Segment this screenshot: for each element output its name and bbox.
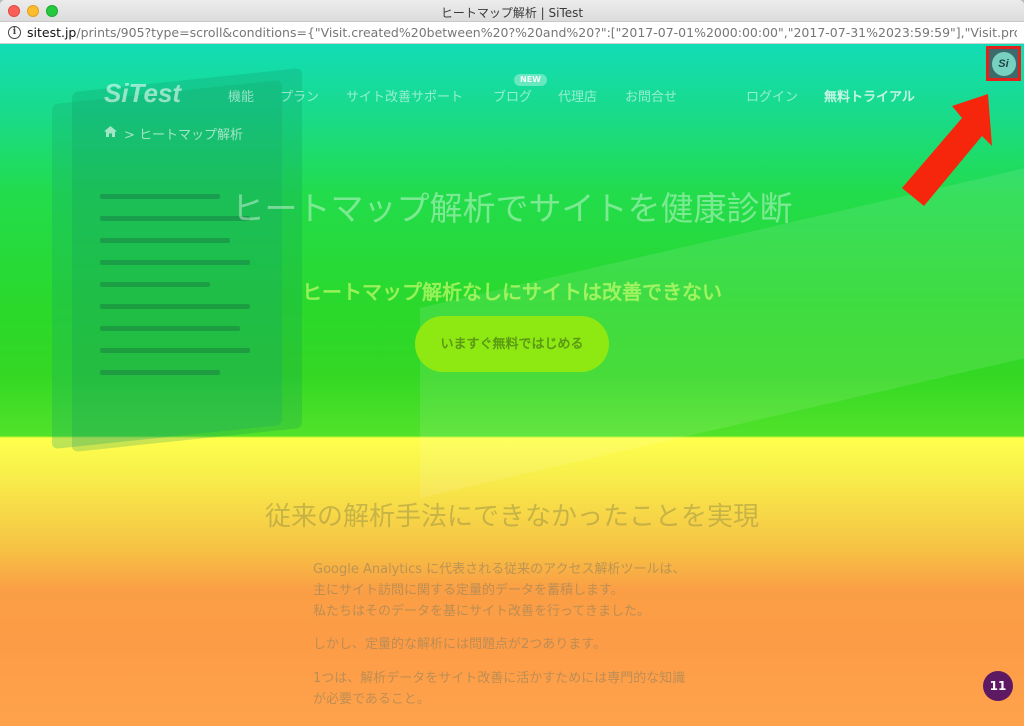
background-mock-line bbox=[100, 238, 230, 243]
url-text[interactable]: sitest.jp/prints/905?type=scroll&conditi… bbox=[27, 25, 1017, 40]
new-badge: NEW bbox=[514, 74, 547, 86]
hero-title: ヒートマップ解析でサイトを健康診断 bbox=[231, 189, 793, 228]
site-logo[interactable]: SiTest bbox=[104, 78, 181, 109]
red-arrow-annotation bbox=[902, 94, 992, 206]
notification-count-badge[interactable]: 11 bbox=[983, 671, 1013, 701]
info-icon[interactable]: i bbox=[8, 26, 21, 39]
hero-subtitle: ヒートマップ解析なしにサイトは改善できない bbox=[302, 280, 722, 304]
section-paragraph-line: Google Analytics に代表される従来のアクセス解析ツールは、 bbox=[313, 562, 686, 577]
nav-plans[interactable]: プラン bbox=[280, 86, 319, 105]
window-title: ヒートマップ解析 | SiTest bbox=[440, 6, 584, 20]
sitest-extension-button[interactable]: Si bbox=[986, 46, 1021, 81]
section-title: 従来の解析手法にできなかったことを実現 bbox=[264, 502, 759, 532]
nav-features[interactable]: 機能 bbox=[228, 86, 254, 105]
title-bar: ヒートマップ解析 | SiTest bbox=[0, 0, 1024, 22]
breadcrumb: > ヒートマップ解析 bbox=[124, 128, 244, 143]
background-mock-line bbox=[100, 348, 250, 353]
home-icon[interactable] bbox=[104, 126, 117, 137]
background-mock-line bbox=[100, 370, 220, 375]
section-paragraph-line: 私たちはそのデータを基にサイト改善を行ってきました。 bbox=[313, 604, 650, 619]
nav-contact[interactable]: お問合せ bbox=[625, 86, 677, 105]
nav-support[interactable]: サイト改善サポート bbox=[346, 86, 463, 105]
address-bar[interactable]: i sitest.jp/prints/905?type=scroll&condi… bbox=[0, 22, 1024, 44]
heatmap-viewport: SiTest 機能 プラン サイト改善サポート NEW ブログ 代理店 お問合せ… bbox=[0, 44, 1024, 726]
background-mock-line bbox=[100, 260, 250, 265]
sitest-logo-icon: Si bbox=[991, 51, 1016, 76]
nav-blog[interactable]: ブログ bbox=[493, 86, 532, 105]
nav-agencies[interactable]: 代理店 bbox=[558, 86, 597, 105]
url-host: sitest.jp bbox=[27, 25, 77, 40]
section-paragraph-line: 1つは、解析データをサイト改善に活かすためには専門的な知識 bbox=[313, 671, 686, 686]
section-paragraph-line: が必要であること。 bbox=[313, 692, 430, 707]
url-path: /prints/905?type=scroll&conditions={"Vis… bbox=[76, 25, 1017, 40]
section-paragraph-line: 主にサイト訪問に関する定量的データを蓄積します。 bbox=[313, 583, 624, 598]
nav-login[interactable]: ログイン bbox=[746, 86, 798, 105]
background-mock-line bbox=[100, 326, 240, 331]
browser-window: ヒートマップ解析 | SiTest i sitest.jp/prints/905… bbox=[0, 0, 1024, 726]
section-paragraph-line: しかし、定量的な解析には問題点が2つあります。 bbox=[313, 637, 606, 652]
start-free-button[interactable]: いますぐ無料ではじめる bbox=[415, 316, 609, 372]
